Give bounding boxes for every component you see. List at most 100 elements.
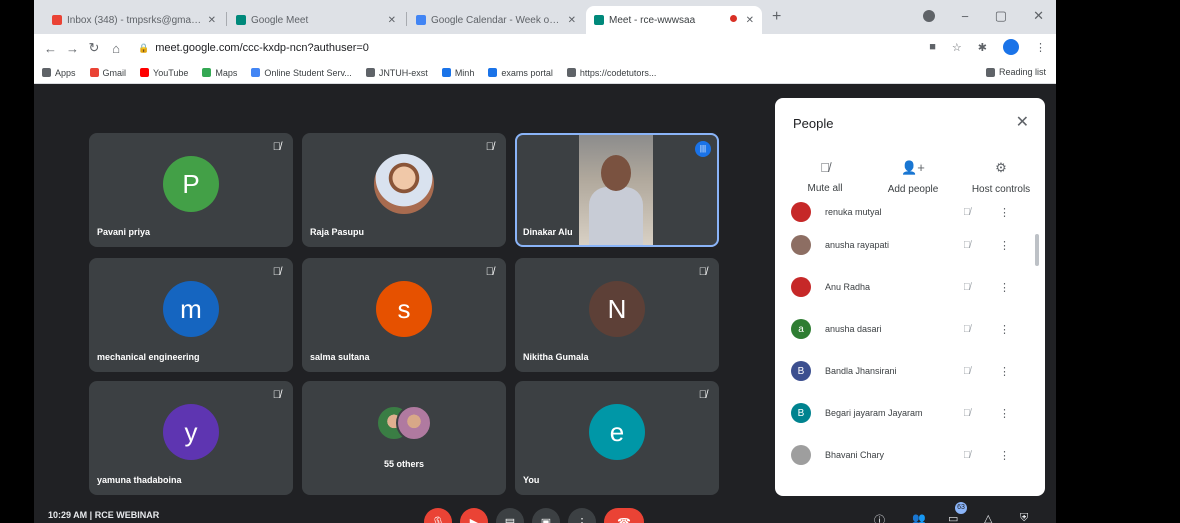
avatar: N [589, 281, 645, 337]
mic-toggle-button[interactable]: 🎙 [424, 508, 452, 523]
bookmark-codetutors[interactable]: https://codetutors... [566, 68, 656, 78]
participant-name: anusha dasari [825, 324, 882, 334]
participant-name: Anu Radha [825, 282, 871, 292]
address-toolbar: ← → ↻ ⌂ 🔒 meet.google.com/ccc-kxdp-ncn?a… [34, 34, 1056, 62]
bookmark-minh[interactable]: Minh [441, 68, 474, 78]
participant-tile[interactable]: 🎙̸ s salma sultana [302, 258, 506, 372]
avatar: B [791, 361, 811, 381]
camera-toggle-button[interactable]: ▶ [460, 508, 488, 523]
chat-icon[interactable]: ▭ [948, 512, 958, 523]
close-icon[interactable]: ✕ [208, 15, 216, 26]
participant-name: You [523, 475, 540, 485]
list-item[interactable]: anusha rayapati 🎙̸ ⋮ [775, 224, 1037, 266]
people-icon[interactable]: 👥 [912, 512, 926, 523]
info-icon[interactable]: ⓘ [874, 512, 885, 523]
host-controls-button[interactable]: ⚙ Host controls [961, 160, 1041, 195]
close-icon[interactable]: ✕ [746, 15, 754, 26]
reload-icon[interactable]: ↻ [88, 40, 100, 56]
list-item[interactable]: B Begari jayaram Jayaram 🎙̸ ⋮ [775, 392, 1037, 434]
avatar [396, 405, 432, 441]
list-item[interactable]: renuka mutyal 🎙̸ ⋮ [775, 200, 1037, 224]
bookmark-maps[interactable]: Maps [202, 68, 237, 78]
meet-icon [236, 15, 246, 25]
address-bar[interactable]: 🔒 meet.google.com/ccc-kxdp-ncn?authuser=… [132, 37, 952, 59]
lock-icon: 🔒 [138, 42, 150, 53]
meeting-info: 10:29 AM | RCE WEBINAR [48, 510, 160, 520]
camera-icon[interactable]: ■ [929, 41, 936, 53]
close-icon[interactable]: ✕ [1016, 112, 1029, 132]
avatar: y [163, 404, 219, 460]
back-icon[interactable]: ← [44, 41, 57, 56]
gmail-icon [52, 15, 62, 25]
more-options-icon[interactable]: ⋮ [999, 365, 1010, 378]
camera-off-icon: ▶ [469, 516, 479, 523]
reading-list-label: Reading list [998, 67, 1046, 77]
bookmark-label: JNTUH-exst [378, 67, 428, 78]
close-icon[interactable]: ✕ [568, 15, 576, 26]
participant-name: Raja Pasupu [310, 227, 365, 237]
extensions-icon[interactable]: ✱ [978, 41, 987, 54]
menu-icon[interactable]: ⋮ [1035, 41, 1046, 54]
star-icon[interactable]: ☆ [952, 41, 962, 54]
reading-list[interactable]: Reading list [985, 67, 1046, 77]
more-options-icon[interactable]: ⋮ [999, 449, 1010, 462]
avatar[interactable] [1003, 39, 1019, 55]
participant-tile[interactable]: 🎙̸ N Nikitha Gumala [515, 258, 719, 372]
more-options-button[interactable]: ⋮ [568, 508, 596, 523]
participant-name: Pavani priya [97, 227, 151, 237]
more-options-icon[interactable]: ⋮ [999, 407, 1010, 420]
minimize-icon[interactable]: − [961, 9, 969, 24]
forward-icon[interactable]: → [66, 41, 79, 56]
bookmark-exams-portal[interactable]: exams portal [488, 68, 553, 78]
more-options-icon[interactable]: ⋮ [999, 281, 1010, 294]
list-item[interactable]: a anusha dasari 🎙̸ ⋮ [775, 308, 1037, 350]
add-people-button[interactable]: 👤+ Add people [873, 160, 953, 195]
video-person-body [589, 187, 643, 245]
list-item[interactable]: Anu Radha 🎙̸ ⋮ [775, 266, 1037, 308]
window-controls: − ▢ ✕ [923, 8, 1044, 24]
present-icon: ▣ [540, 516, 552, 523]
mic-off-icon: 🎙 [431, 516, 445, 523]
participant-name: yamuna thadaboina [97, 475, 182, 485]
activities-icon[interactable]: △ [984, 512, 992, 523]
list-item[interactable]: B Bandla Jhansirani 🎙̸ ⋮ [775, 350, 1037, 392]
participant-tile[interactable]: 🎙̸ Raja Pasupu [302, 133, 506, 247]
mute-all-button[interactable]: 🎙̸ Mute all [785, 160, 865, 195]
more-options-icon[interactable]: ⋮ [999, 239, 1010, 252]
mic-off-icon: 🎙̸ [963, 323, 971, 335]
more-options-icon[interactable]: ⋮ [999, 206, 1010, 219]
home-icon[interactable]: ⌂ [110, 41, 122, 56]
tab-divider [406, 12, 407, 26]
apps-icon [42, 68, 51, 77]
host-controls-icon: ⚙ [995, 160, 1007, 175]
present-button[interactable]: ▣ [532, 508, 560, 523]
tab-google-calendar[interactable]: Google Calendar - Week of May 9 ✕ [408, 6, 584, 34]
list-item[interactable]: Bhavani Chary 🎙̸ ⋮ [775, 434, 1037, 476]
leave-call-button[interactable]: ☎ [604, 508, 644, 523]
new-tab-icon[interactable]: + [772, 8, 781, 26]
self-tile[interactable]: 🎙̸ e You [515, 381, 719, 495]
participant-tile[interactable]: 🎙̸ m mechanical engineering [89, 258, 293, 372]
participant-tile[interactable]: 🎙̸ y yamuna thadaboina [89, 381, 293, 495]
profile-icon[interactable] [923, 10, 936, 22]
more-options-icon[interactable]: ⋮ [999, 323, 1010, 336]
tab-gmail[interactable]: Inbox (348) - tmpsrks@gmail.com ✕ [44, 6, 224, 34]
tab-google-meet[interactable]: Google Meet ✕ [228, 6, 404, 34]
bookmark-gmail[interactable]: Gmail [89, 68, 126, 78]
window-close-icon[interactable]: ✕ [1033, 8, 1044, 24]
participant-name: anusha rayapati [825, 240, 890, 250]
bookmark-apps[interactable]: Apps [42, 68, 76, 78]
scrollbar[interactable] [1035, 234, 1039, 266]
participant-tile-speaking[interactable]: ||| Dinakar Alu [515, 133, 719, 247]
others-tile[interactable]: 55 others [302, 381, 506, 495]
bookmark-student-services[interactable]: Online Student Serv... [251, 68, 352, 78]
people-actions: 🎙̸ Mute all 👤+ Add people ⚙ Host control… [785, 160, 1041, 195]
others-count: 55 others [383, 459, 425, 469]
lock-icon[interactable]: ⛨ [1020, 512, 1028, 523]
close-icon[interactable]: ✕ [388, 15, 396, 26]
bookmark-jntuh[interactable]: JNTUH-exst [365, 67, 428, 78]
participant-tile[interactable]: 🎙̸ P Pavani priya [89, 133, 293, 247]
maximize-icon[interactable]: ▢ [995, 8, 1007, 24]
bookmark-youtube[interactable]: YouTube [140, 68, 188, 78]
captions-button[interactable]: ▤ [496, 508, 524, 523]
